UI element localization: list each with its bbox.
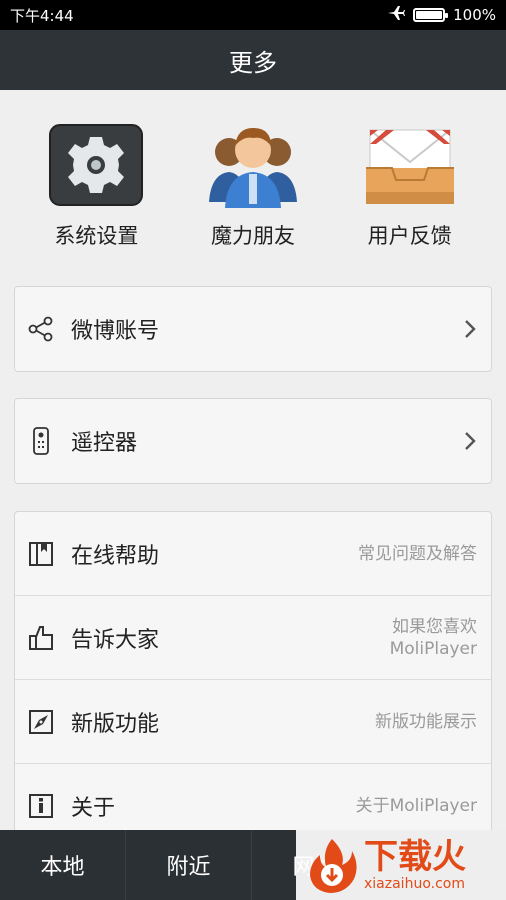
airplane-icon (387, 5, 406, 25)
shortcut-label: 魔力朋友 (210, 224, 295, 248)
share-icon (27, 315, 55, 343)
status-time: 下午4:44 (10, 6, 74, 25)
online-help-row[interactable]: 在线帮助 常见问题及解答 (15, 512, 491, 596)
row-label: 遥控器 (71, 431, 138, 456)
watermark-text: 下载火 xiazaihuo.com (364, 838, 466, 892)
chevron-right-icon (463, 318, 477, 340)
compass-icon (27, 708, 55, 736)
new-features-row[interactable]: 新版功能 新版功能展示 (15, 680, 491, 764)
info-icon (27, 792, 55, 820)
watermark: 下载火 xiazaihuo.com (296, 830, 506, 900)
row-hint: 常见问题及解答 (358, 543, 477, 565)
battery-fill (416, 11, 443, 19)
mail-tray-icon (362, 122, 458, 208)
flame-logo-icon (302, 835, 362, 895)
info-card: 在线帮助 常见问题及解答 告诉大家 如果您喜欢 MoliPlayer 新版功能 … (14, 511, 492, 849)
friends-icon (205, 122, 301, 208)
weibo-card: 微博账号 (14, 286, 492, 372)
shortcut-label: 用户反馈 (367, 224, 452, 248)
watermark-cn: 下载火 (364, 837, 466, 877)
row-hint: 关于MoliPlayer (356, 795, 477, 817)
remote-control-row[interactable]: 遥控器 (15, 399, 491, 483)
shortcut-label: 系统设置 (54, 224, 139, 248)
watermark-en: xiazaihuo.com (364, 876, 465, 892)
title-bar: 更多 (0, 30, 506, 90)
remote-icon (27, 427, 55, 455)
row-label: 关于 (71, 796, 116, 821)
chevron-right-icon (463, 430, 477, 452)
row-hint-line: 常见问题及解答 (358, 543, 477, 564)
remote-card: 遥控器 (14, 398, 492, 484)
row-label: 微博账号 (71, 319, 160, 344)
nav-tab-nearby[interactable]: 附近 (126, 830, 252, 900)
tell-everyone-row[interactable]: 告诉大家 如果您喜欢 MoliPlayer (15, 596, 491, 680)
nav-tab-label: 本地 (40, 855, 85, 880)
row-hint-line: 如果您喜欢 (392, 616, 477, 637)
nav-tab-local[interactable]: 本地 (0, 830, 126, 900)
shortcut-feedback[interactable]: 用户反馈 (340, 122, 480, 250)
shortcut-friends[interactable]: 魔力朋友 (183, 122, 323, 250)
row-label: 在线帮助 (71, 543, 160, 569)
book-icon (27, 540, 55, 568)
shortcut-grid: 系统设置 魔力朋友 用户反馈 (0, 122, 506, 250)
nav-tab-label: 附近 (166, 855, 211, 880)
row-hint-line: 新版功能展示 (375, 711, 477, 732)
row-hint-line: 关于MoliPlayer (355, 796, 477, 816)
row-label: 告诉大家 (71, 627, 160, 653)
battery-icon (413, 8, 449, 22)
status-icons: 100% (387, 5, 496, 25)
weibo-account-row[interactable]: 微博账号 (15, 287, 491, 371)
status-bar: 下午4:44 100% (0, 0, 506, 30)
gear-icon (48, 122, 144, 208)
row-label: 新版功能 (71, 711, 160, 737)
shortcut-settings[interactable]: 系统设置 (26, 122, 166, 250)
thumbs-up-icon (27, 624, 55, 652)
row-hint: 新版功能展示 (375, 711, 477, 733)
battery-percent: 100% (453, 6, 496, 24)
row-hint: 如果您喜欢 MoliPlayer (390, 616, 477, 660)
row-hint-line: MoliPlayer (389, 638, 477, 659)
page-title: 更多 (229, 48, 277, 77)
